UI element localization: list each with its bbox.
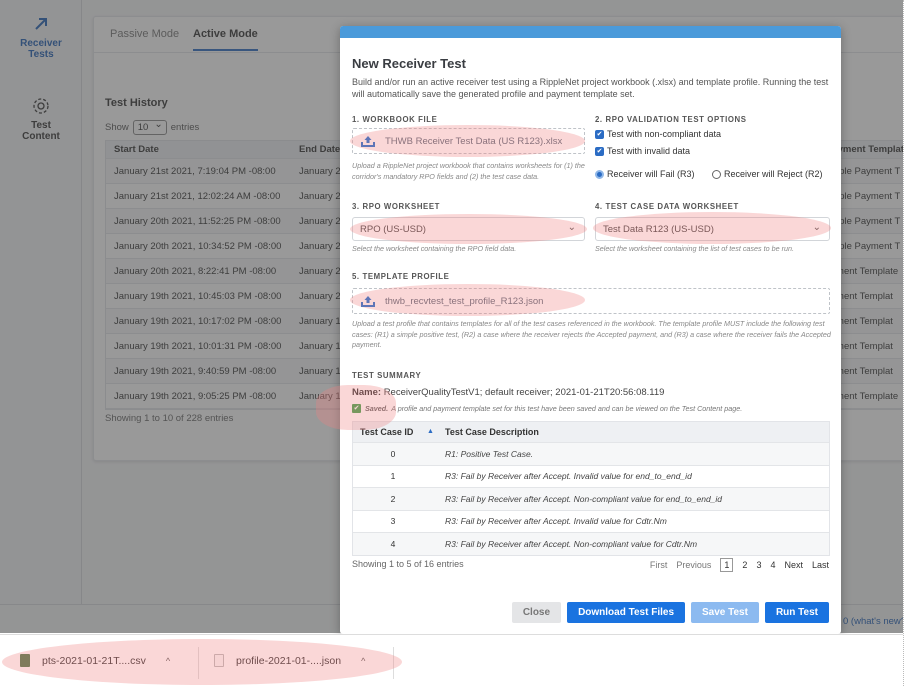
- download-filename: profile-2021-01-....json: [236, 654, 342, 667]
- column-test-case-description[interactable]: Test Case Description: [433, 427, 829, 437]
- modal-footer: Close Download Test Files Save Test Run …: [511, 602, 829, 623]
- test-case-worksheet-help: Select the worksheet containing the list…: [595, 244, 794, 253]
- cell-test-case-id: 4: [390, 538, 396, 549]
- rpo-worksheet-select[interactable]: RPO (US-USD) ⌄: [352, 217, 585, 241]
- radio-label: Receiver will Reject (R2): [724, 169, 823, 179]
- chevron-down-icon: ⌄: [567, 222, 576, 233]
- saved-text: A profile and payment template set for t…: [391, 404, 743, 413]
- modal-title: New Receiver Test: [352, 56, 466, 71]
- test-case-table: Test Case ID ▲ Test Case Description 0 R1…: [352, 421, 830, 556]
- rpo-worksheet-help: Select the worksheet containing the RPO …: [352, 244, 517, 253]
- cell-test-case-id: 3: [390, 516, 396, 527]
- select-value: Test Data R123 (US-USD): [603, 223, 714, 235]
- non-compliant-checkbox[interactable]: ✔ Test with non-compliant data: [595, 129, 721, 139]
- cell-test-case-id: 1: [390, 471, 396, 482]
- pager-page-3[interactable]: 3: [756, 560, 761, 570]
- receiver-fail-radio[interactable]: Receiver will Fail (R3): [595, 169, 695, 179]
- invalid-data-checkbox[interactable]: ✔ Test with invalid data: [595, 146, 690, 156]
- table-row[interactable]: 4 R3: Fail by Receiver after Accept. Non-…: [353, 532, 829, 555]
- check-icon: ✔: [352, 404, 361, 413]
- template-profile-help: Upload a test profile that contains temp…: [352, 319, 831, 349]
- checkbox-checked-icon: ✔: [595, 146, 604, 156]
- test-case-info: Showing 1 to 5 of 16 entries: [352, 559, 464, 569]
- workbook-filename: THWB Receiver Test Data (US R123).xlsx: [385, 135, 563, 147]
- chevron-up-icon[interactable]: ^: [361, 656, 365, 666]
- rpo-worksheet-label: 3. RPO WORKSHEET: [352, 202, 441, 211]
- workbook-help: Upload a RippleNet project workbook that…: [352, 161, 585, 181]
- chevron-up-icon[interactable]: ^: [166, 656, 170, 666]
- cell-test-case-description: R3: Fail by Receiver after Accept. Inval…: [445, 516, 667, 527]
- checkbox-label: Test with invalid data: [607, 146, 691, 156]
- torn-edge: [903, 0, 910, 686]
- pager-previous[interactable]: Previous: [676, 560, 711, 570]
- divider: [198, 647, 199, 679]
- pagination: First Previous 1 2 3 4 Next Last: [650, 558, 829, 572]
- pager-page-4[interactable]: 4: [770, 560, 775, 570]
- pager-page-2[interactable]: 2: [742, 560, 747, 570]
- cell-test-case-description: R1: Positive Test Case.: [445, 448, 534, 459]
- pager-last[interactable]: Last: [812, 560, 829, 570]
- workbook-label: 1. WORKBOOK FILE: [352, 115, 438, 124]
- table-header: Test Case ID ▲ Test Case Description: [353, 422, 829, 442]
- upload-icon: [361, 136, 375, 147]
- modal-header-bar: [340, 26, 841, 38]
- pager-first[interactable]: First: [650, 560, 668, 570]
- download-item-csv[interactable]: pts-2021-01-21T....csv ^: [20, 654, 170, 667]
- test-summary-name: Name: ReceiverQualityTestV1; default rec…: [352, 387, 664, 398]
- cell-test-case-id: 0: [390, 448, 396, 459]
- sort-ascending-icon: ▲: [427, 428, 434, 435]
- run-test-button[interactable]: Run Test: [764, 602, 829, 623]
- rpo-options-label: 2. RPO VALIDATION TEST OPTIONS: [595, 115, 747, 124]
- chevron-down-icon: ⌄: [812, 222, 821, 233]
- screen: Receiver Tests Test Content Passive Mode…: [0, 0, 910, 686]
- csv-file-icon: [20, 654, 30, 667]
- cell-test-case-description: R3: Fail by Receiver after Accept. Non-c…: [445, 493, 723, 504]
- table-row[interactable]: 1 R3: Fail by Receiver after Accept. Inva…: [353, 464, 829, 487]
- saved-status: ✔ Saved. A profile and payment template …: [352, 404, 742, 413]
- json-file-icon: [214, 654, 224, 667]
- divider: [393, 647, 394, 679]
- test-case-worksheet-select[interactable]: Test Data R123 (US-USD) ⌄: [595, 217, 830, 241]
- pager-next[interactable]: Next: [784, 560, 803, 570]
- radio-selected-icon: [595, 169, 604, 179]
- save-test-button[interactable]: Save Test: [691, 602, 759, 623]
- template-profile-filename: thwb_recvtest_test_profile_R123.json: [385, 295, 544, 307]
- downloads-bar: pts-2021-01-21T....csv ^ profile-2021-01…: [0, 634, 903, 686]
- modal-description: Build and/or run an active receiver test…: [352, 77, 829, 99]
- checkbox-label: Test with non-compliant data: [607, 129, 722, 139]
- test-summary-label: TEST SUMMARY: [352, 371, 422, 380]
- pager-page-1[interactable]: 1: [720, 558, 734, 572]
- download-test-files-button[interactable]: Download Test Files: [567, 602, 685, 623]
- table-row[interactable]: 0 R1: Positive Test Case.: [353, 442, 829, 465]
- column-test-case-id[interactable]: Test Case ID ▲: [353, 427, 434, 437]
- table-row[interactable]: 3 R3: Fail by Receiver after Accept. Inva…: [353, 509, 829, 532]
- test-case-worksheet-label: 4. TEST CASE DATA WORKSHEET: [595, 202, 739, 211]
- cell-test-case-id: 2: [390, 493, 396, 504]
- template-profile-dropzone[interactable]: thwb_recvtest_test_profile_R123.json: [352, 288, 830, 314]
- saved-label: Saved.: [365, 404, 389, 413]
- download-item-json[interactable]: profile-2021-01-....json ^: [214, 654, 365, 667]
- name-label: Name:: [352, 387, 382, 398]
- checkbox-checked-icon: ✔: [595, 129, 604, 139]
- table-row[interactable]: 2 R3: Fail by Receiver after Accept. Non-…: [353, 487, 829, 510]
- receiver-reject-radio[interactable]: Receiver will Reject (R2): [712, 169, 823, 179]
- select-value: RPO (US-USD): [360, 223, 426, 235]
- new-receiver-test-modal: New Receiver Test Build and/or run an ac…: [340, 26, 841, 634]
- column-label: Test Case ID: [360, 427, 414, 437]
- download-filename: pts-2021-01-21T....csv: [42, 654, 146, 667]
- cell-test-case-description: R3: Fail by Receiver after Accept. Inval…: [445, 471, 692, 482]
- template-profile-label: 5. TEMPLATE PROFILE: [352, 272, 450, 281]
- radio-label: Receiver will Fail (R3): [607, 169, 695, 179]
- upload-icon: [361, 296, 375, 307]
- name-value: ReceiverQualityTestV1; default receiver;…: [383, 387, 665, 398]
- close-button[interactable]: Close: [511, 602, 562, 623]
- cell-test-case-description: R3: Fail by Receiver after Accept. Non-c…: [445, 538, 698, 549]
- radio-unselected-icon: [712, 169, 721, 179]
- workbook-dropzone[interactable]: THWB Receiver Test Data (US R123).xlsx: [352, 128, 585, 154]
